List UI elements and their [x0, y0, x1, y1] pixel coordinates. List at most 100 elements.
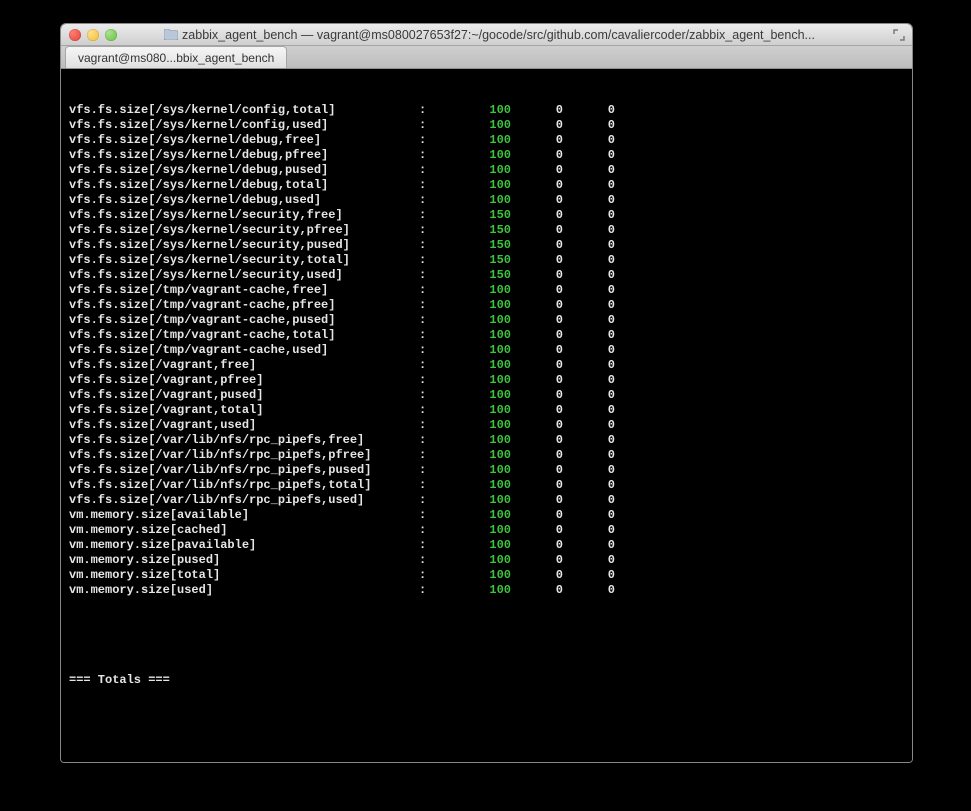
metric-key: vm.memory.size[pused]	[69, 553, 419, 568]
colon: :	[419, 163, 469, 178]
metric-key: vm.memory.size[cached]	[69, 523, 419, 538]
colon: :	[419, 478, 469, 493]
metric-key: vfs.fs.size[/sys/kernel/debug,used]	[69, 193, 419, 208]
value-success: 100	[469, 388, 511, 403]
colon: :	[419, 373, 469, 388]
value-success: 100	[469, 313, 511, 328]
value-col2: 0	[511, 373, 563, 388]
metric-key: vfs.fs.size[/vagrant,total]	[69, 403, 419, 418]
metric-key: vfs.fs.size[/sys/kernel/debug,pfree]	[69, 148, 419, 163]
output-row: vfs.fs.size[/sys/kernel/security,pfree]:…	[69, 223, 904, 238]
value-col3: 0	[563, 103, 615, 118]
colon: :	[419, 298, 469, 313]
tab-label: vagrant@ms080...bbix_agent_bench	[78, 51, 274, 65]
value-success: 150	[469, 223, 511, 238]
value-col2: 0	[511, 583, 563, 598]
value-col3: 0	[563, 403, 615, 418]
totals-heading: === Totals ===	[69, 673, 904, 688]
titlebar[interactable]: zabbix_agent_bench — vagrant@ms080027653…	[61, 24, 912, 46]
output-row: vm.memory.size[total]:10000	[69, 568, 904, 583]
metric-key: vfs.fs.size[/sys/kernel/security,total]	[69, 253, 419, 268]
fullscreen-icon[interactable]	[892, 28, 906, 42]
output-row: vfs.fs.size[/var/lib/nfs/rpc_pipefs,puse…	[69, 463, 904, 478]
output-row: vfs.fs.size[/tmp/vagrant-cache,pused]:10…	[69, 313, 904, 328]
value-col2: 0	[511, 523, 563, 538]
value-col3: 0	[563, 553, 615, 568]
metric-key: vfs.fs.size[/var/lib/nfs/rpc_pipefs,used…	[69, 493, 419, 508]
value-success: 100	[469, 118, 511, 133]
metric-key: vfs.fs.size[/vagrant,pfree]	[69, 373, 419, 388]
value-col3: 0	[563, 133, 615, 148]
value-col3: 0	[563, 568, 615, 583]
value-col3: 0	[563, 583, 615, 598]
colon: :	[419, 148, 469, 163]
metric-key: vfs.fs.size[/var/lib/nfs/rpc_pipefs,pfre…	[69, 448, 419, 463]
value-col3: 0	[563, 418, 615, 433]
close-icon[interactable]	[69, 29, 81, 41]
value-success: 100	[469, 358, 511, 373]
metric-key: vfs.fs.size[/var/lib/nfs/rpc_pipefs,tota…	[69, 478, 419, 493]
colon: :	[419, 418, 469, 433]
colon: :	[419, 328, 469, 343]
value-col2: 0	[511, 313, 563, 328]
tab-bar: vagrant@ms080...bbix_agent_bench	[61, 46, 912, 69]
value-success: 100	[469, 538, 511, 553]
value-col3: 0	[563, 268, 615, 283]
value-col2: 0	[511, 553, 563, 568]
output-row: vfs.fs.size[/sys/kernel/debug,total]:100…	[69, 178, 904, 193]
value-col2: 0	[511, 343, 563, 358]
value-success: 100	[469, 373, 511, 388]
value-success: 100	[469, 583, 511, 598]
output-row: vfs.fs.size[/sys/kernel/security,free]:1…	[69, 208, 904, 223]
value-success: 150	[469, 253, 511, 268]
metric-key: vfs.fs.size[/sys/kernel/config,total]	[69, 103, 419, 118]
value-col2: 0	[511, 268, 563, 283]
value-col3: 0	[563, 478, 615, 493]
output-row: vfs.fs.size[/sys/kernel/config,used]:100…	[69, 118, 904, 133]
output-row: vfs.fs.size[/sys/kernel/debug,free]:1000…	[69, 133, 904, 148]
minimize-icon[interactable]	[87, 29, 99, 41]
value-success: 100	[469, 433, 511, 448]
value-col2: 0	[511, 208, 563, 223]
colon: :	[419, 208, 469, 223]
value-success: 100	[469, 493, 511, 508]
value-col2: 0	[511, 163, 563, 178]
value-col2: 0	[511, 388, 563, 403]
metric-key: vfs.fs.size[/var/lib/nfs/rpc_pipefs,free…	[69, 433, 419, 448]
output-row: vm.memory.size[pavailable]:10000	[69, 538, 904, 553]
output-row: vm.memory.size[used]:10000	[69, 583, 904, 598]
terminal-output[interactable]: vfs.fs.size[/sys/kernel/config,total]:10…	[61, 69, 912, 762]
value-col3: 0	[563, 538, 615, 553]
value-col3: 0	[563, 358, 615, 373]
metric-key: vfs.fs.size[/tmp/vagrant-cache,pused]	[69, 313, 419, 328]
colon: :	[419, 463, 469, 478]
value-col2: 0	[511, 478, 563, 493]
value-col3: 0	[563, 508, 615, 523]
colon: :	[419, 493, 469, 508]
value-success: 100	[469, 448, 511, 463]
terminal-tab[interactable]: vagrant@ms080...bbix_agent_bench	[65, 46, 287, 68]
metric-key: vfs.fs.size[/tmp/vagrant-cache,used]	[69, 343, 419, 358]
value-col3: 0	[563, 523, 615, 538]
value-col3: 0	[563, 388, 615, 403]
metric-key: vfs.fs.size[/sys/kernel/debug,pused]	[69, 163, 419, 178]
output-row: vfs.fs.size[/vagrant,used]:10000	[69, 418, 904, 433]
value-col3: 0	[563, 448, 615, 463]
value-col3: 0	[563, 433, 615, 448]
colon: :	[419, 283, 469, 298]
value-col3: 0	[563, 238, 615, 253]
value-success: 100	[469, 463, 511, 478]
metric-key: vfs.fs.size[/tmp/vagrant-cache,pfree]	[69, 298, 419, 313]
value-col2: 0	[511, 148, 563, 163]
colon: :	[419, 313, 469, 328]
value-col3: 0	[563, 223, 615, 238]
value-col2: 0	[511, 508, 563, 523]
zoom-icon[interactable]	[105, 29, 117, 41]
value-col2: 0	[511, 133, 563, 148]
output-row: vm.memory.size[cached]:10000	[69, 523, 904, 538]
metric-key: vfs.fs.size[/sys/kernel/security,used]	[69, 268, 419, 283]
output-row: vfs.fs.size[/tmp/vagrant-cache,used]:100…	[69, 343, 904, 358]
colon: :	[419, 583, 469, 598]
value-success: 100	[469, 523, 511, 538]
value-col3: 0	[563, 373, 615, 388]
